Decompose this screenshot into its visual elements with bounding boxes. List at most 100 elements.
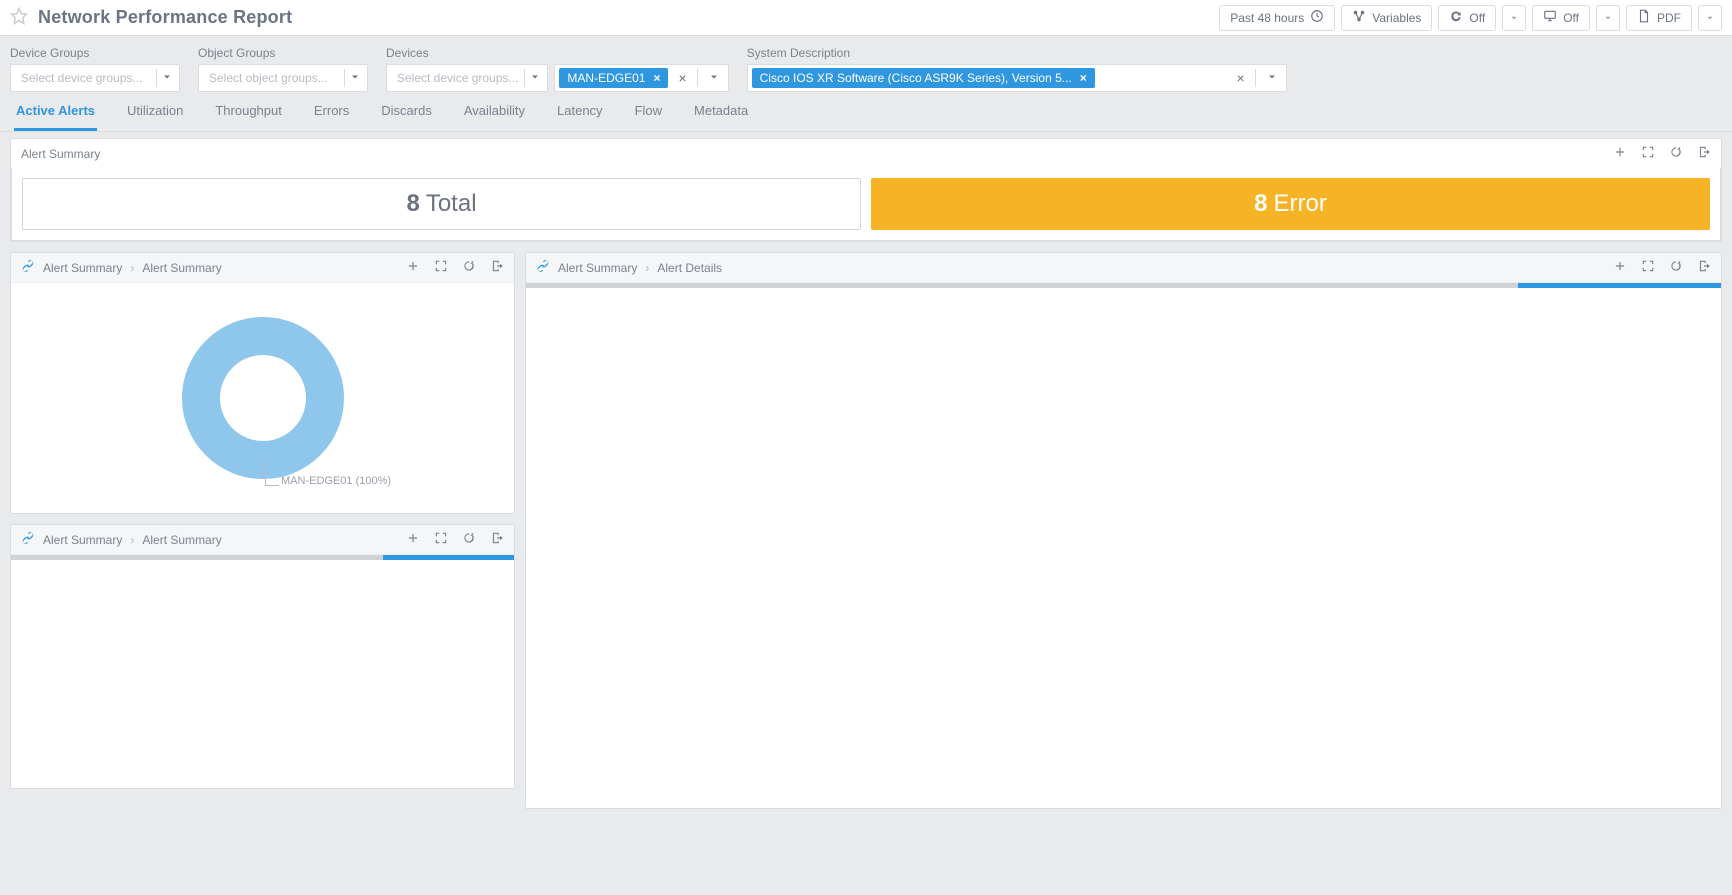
progress-fill bbox=[383, 555, 514, 560]
chevron-right-icon: › bbox=[645, 261, 649, 275]
progress-fill bbox=[1518, 283, 1721, 288]
details-crumb2: Alert Details bbox=[657, 261, 722, 275]
tab-availability[interactable]: Availability bbox=[462, 95, 527, 131]
system-description-filter: System Description Cisco IOS XR Software… bbox=[747, 46, 1287, 92]
progress-bar bbox=[11, 555, 514, 560]
object-groups-select[interactable]: Select object groups... bbox=[198, 64, 368, 92]
devices-label: Devices bbox=[386, 46, 729, 60]
add-icon[interactable] bbox=[406, 259, 420, 276]
details-crumb1[interactable]: Alert Summary bbox=[558, 261, 637, 275]
total-label: Total bbox=[426, 190, 477, 218]
pdf-icon bbox=[1637, 9, 1651, 26]
progress-bar bbox=[526, 283, 1721, 288]
alert-summary-panel: Alert Summary 8 Total 8 Error bbox=[10, 138, 1722, 242]
system-description-chip-remove[interactable]: × bbox=[1080, 71, 1087, 85]
star-icon[interactable] bbox=[10, 7, 28, 28]
variables-icon bbox=[1352, 9, 1366, 26]
refresh-icon[interactable] bbox=[462, 531, 476, 548]
pdf-label: PDF bbox=[1657, 11, 1681, 25]
tab-utilization[interactable]: Utilization bbox=[125, 95, 185, 131]
topbar-left: Network Performance Report bbox=[10, 7, 292, 28]
export-icon[interactable] bbox=[1697, 259, 1711, 276]
auto-refresh-button[interactable]: Off bbox=[1438, 5, 1496, 31]
export-icon[interactable] bbox=[490, 259, 504, 276]
expand-icon[interactable] bbox=[434, 531, 448, 548]
total-card[interactable]: 8 Total bbox=[22, 178, 861, 230]
tab-errors[interactable]: Errors bbox=[312, 95, 351, 131]
monitor-icon bbox=[1543, 9, 1557, 26]
details-panel: Alert Summary › Alert Details bbox=[525, 252, 1722, 809]
device-chip-remove[interactable]: × bbox=[653, 71, 660, 85]
object-groups-placeholder: Select object groups... bbox=[209, 71, 328, 85]
filter-bar: Device Groups Select device groups... Ob… bbox=[0, 36, 1732, 98]
auto-refresh-label: Off bbox=[1469, 11, 1485, 25]
clock-icon bbox=[1310, 9, 1324, 26]
add-icon[interactable] bbox=[1613, 259, 1627, 276]
tab-latency[interactable]: Latency bbox=[555, 95, 605, 131]
alert-summary-title: Alert Summary bbox=[21, 147, 100, 161]
export-icon[interactable] bbox=[1697, 145, 1711, 162]
device-groups-select[interactable]: Select device groups... bbox=[10, 64, 180, 92]
pdf-caret[interactable] bbox=[1698, 5, 1722, 31]
refresh-icon[interactable] bbox=[1669, 145, 1683, 162]
system-description-chip-label: Cisco IOS XR Software (Cisco ASR9K Serie… bbox=[760, 71, 1072, 85]
device-chip[interactable]: MAN-EDGE01 × bbox=[559, 68, 668, 88]
loading-left-crumb2: Alert Summary bbox=[142, 533, 221, 547]
refresh-icon[interactable] bbox=[462, 259, 476, 276]
devices-clear[interactable]: × bbox=[674, 70, 690, 86]
device-groups-filter: Device Groups Select device groups... bbox=[10, 46, 180, 92]
topbar-right: Past 48 hours Variables Off Off PDF bbox=[1219, 5, 1722, 31]
left-column: Alert Summary › Alert Summary bbox=[10, 252, 515, 809]
variables-label: Variables bbox=[1372, 11, 1421, 25]
tab-metadata[interactable]: Metadata bbox=[692, 95, 750, 131]
auto-refresh-caret[interactable] bbox=[1502, 5, 1526, 31]
tab-flow[interactable]: Flow bbox=[633, 95, 664, 131]
variables-button[interactable]: Variables bbox=[1341, 5, 1432, 31]
chevron-down-icon[interactable] bbox=[704, 71, 724, 86]
export-icon[interactable] bbox=[490, 531, 504, 548]
expand-icon[interactable] bbox=[1641, 259, 1655, 276]
system-description-clear[interactable]: × bbox=[1232, 70, 1248, 86]
chevron-down-icon bbox=[161, 71, 173, 86]
loading-panel-left-header: Alert Summary › Alert Summary bbox=[11, 525, 514, 555]
loading-panel-left: Alert Summary › Alert Summary bbox=[10, 524, 515, 789]
devices-chip-box[interactable]: MAN-EDGE01 × × bbox=[554, 64, 728, 92]
time-range-button[interactable]: Past 48 hours bbox=[1219, 5, 1335, 31]
system-description-chip-box[interactable]: Cisco IOS XR Software (Cisco ASR9K Serie… bbox=[747, 64, 1287, 92]
details-panel-body bbox=[526, 288, 1721, 808]
system-description-chip[interactable]: Cisco IOS XR Software (Cisco ASR9K Serie… bbox=[752, 68, 1095, 88]
presentation-label: Off bbox=[1563, 11, 1579, 25]
device-groups-placeholder: Select device groups... bbox=[21, 71, 142, 85]
expand-icon[interactable] bbox=[1641, 145, 1655, 162]
presentation-caret[interactable] bbox=[1596, 5, 1620, 31]
donut-chart[interactable]: MAN-EDGE01 (100%) bbox=[11, 283, 514, 513]
pdf-button[interactable]: PDF bbox=[1626, 5, 1692, 31]
tabs: Active Alerts Utilization Throughput Err… bbox=[0, 98, 1732, 132]
refresh-icon[interactable] bbox=[1669, 259, 1683, 276]
tab-active-alerts[interactable]: Active Alerts bbox=[14, 95, 97, 131]
system-description-label: System Description bbox=[747, 46, 1287, 60]
donut-panel-header: Alert Summary › Alert Summary bbox=[11, 253, 514, 283]
tab-discards[interactable]: Discards bbox=[379, 95, 434, 131]
loading-left-crumb1[interactable]: Alert Summary bbox=[43, 533, 122, 547]
page-title: Network Performance Report bbox=[38, 7, 292, 28]
donut-crumb1[interactable]: Alert Summary bbox=[43, 261, 122, 275]
donut-crumb2: Alert Summary bbox=[142, 261, 221, 275]
topbar: Network Performance Report Past 48 hours… bbox=[0, 0, 1732, 36]
add-icon[interactable] bbox=[406, 531, 420, 548]
expand-icon[interactable] bbox=[434, 259, 448, 276]
details-panel-header: Alert Summary › Alert Details bbox=[526, 253, 1721, 283]
chevron-down-icon bbox=[529, 71, 541, 86]
chevron-down-icon bbox=[349, 71, 361, 86]
devices-select[interactable]: Select device groups... bbox=[386, 64, 548, 92]
chevron-down-icon[interactable] bbox=[1262, 71, 1282, 86]
presentation-button[interactable]: Off bbox=[1532, 5, 1590, 31]
add-icon[interactable] bbox=[1613, 145, 1627, 162]
content: Alert Summary 8 Total 8 Error bbox=[0, 132, 1732, 819]
error-card[interactable]: 8 Error bbox=[871, 178, 1710, 230]
link-icon bbox=[536, 259, 550, 276]
tab-throughput[interactable]: Throughput bbox=[213, 95, 284, 131]
object-groups-label: Object Groups bbox=[198, 46, 368, 60]
link-icon bbox=[21, 259, 35, 276]
lower-grid: Alert Summary › Alert Summary bbox=[10, 252, 1722, 809]
